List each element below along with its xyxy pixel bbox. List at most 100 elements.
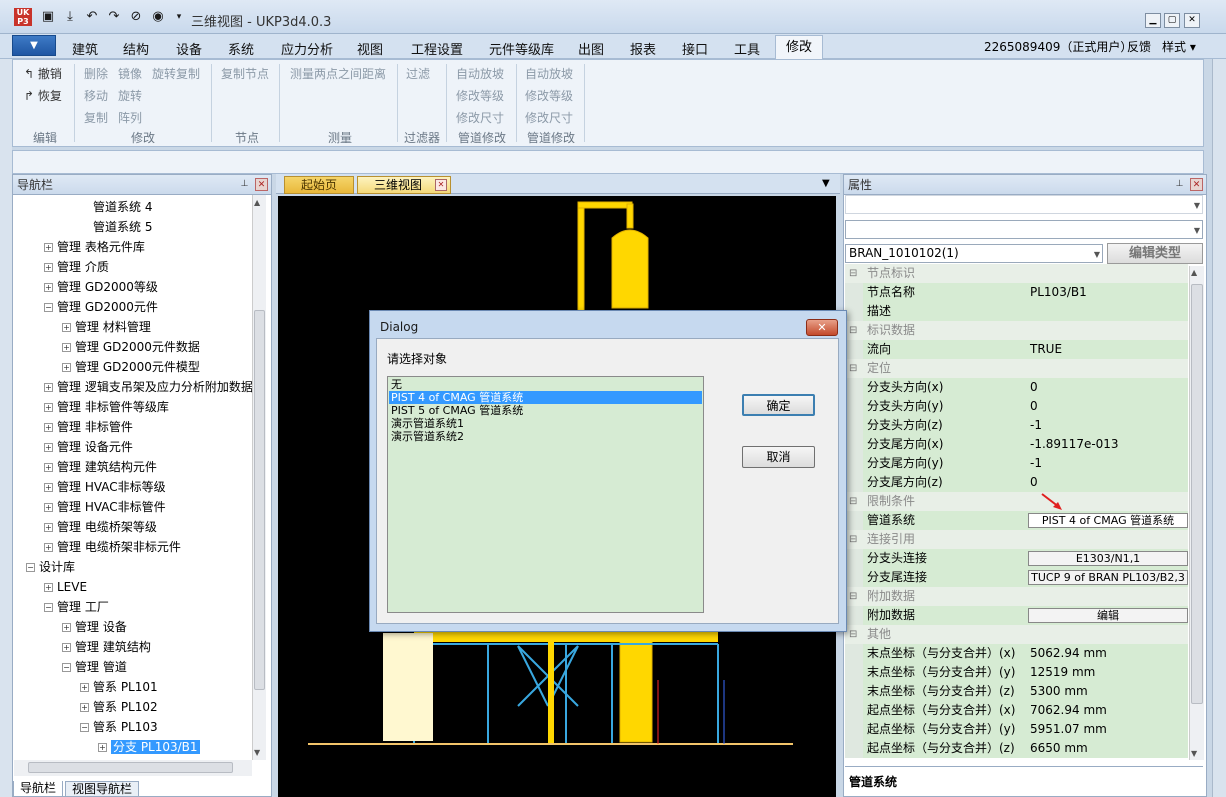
collapse-section-icon[interactable]: ⊟ [849,264,857,283]
property-value[interactable]: 0 [1030,397,1038,416]
property-value-button[interactable]: 编辑 [1028,608,1188,623]
property-value[interactable]: 0 [1030,473,1038,492]
undo-button[interactable]: ↰ 撤销 [24,65,62,82]
collapse-section-icon[interactable]: ⊟ [849,492,857,511]
tree-node[interactable]: 管道系统 5 [80,218,152,236]
expand-icon[interactable]: + [44,263,53,272]
tree-node[interactable]: + 管理 建筑结构 [62,638,151,656]
tree-node[interactable]: + 管理 HVAC非标管件 [44,498,166,516]
tab-tools[interactable]: 工具 [734,39,760,58]
tab-3d-view[interactable]: 三维视图 ✕ [357,176,451,194]
property-section[interactable]: ⊟ 定位 [845,359,1188,378]
property-value[interactable]: -1 [1030,416,1042,435]
collapse-section-icon[interactable]: ⊟ [849,359,857,378]
tab-equipment[interactable]: 设备 [176,39,202,58]
delete-button[interactable]: 删除 [84,65,108,82]
expand-icon[interactable]: + [44,503,53,512]
property-value[interactable]: PL103/B1 [1030,283,1087,302]
property-value[interactable]: 5300 mm [1030,682,1088,701]
scroll-up-icon[interactable]: ▲ [1191,268,1197,277]
property-value[interactable]: 5062.94 mm [1030,644,1107,663]
expand-icon[interactable]: + [62,363,71,372]
expand-icon[interactable]: + [62,623,71,632]
tab-report[interactable]: 报表 [630,39,656,58]
pin-icon[interactable]: ⊥ [238,178,251,191]
expand-icon[interactable]: + [62,323,71,332]
tree-node[interactable]: + 管理 材料管理 [62,318,151,336]
property-value[interactable]: 0 [1030,378,1038,397]
undo-icon[interactable]: ↶ [84,9,100,25]
expand-icon[interactable]: + [62,643,71,652]
property-value-button[interactable]: TUCP 9 of BRAN PL103/B2,3 [1028,570,1188,585]
collapse-icon[interactable]: − [44,603,53,612]
tree-node[interactable]: + 管理 设备 [62,618,127,636]
tree-node[interactable]: + LEVE [44,578,87,596]
expand-icon[interactable]: + [44,543,53,552]
property-section[interactable]: ⊟ 标识数据 [845,321,1188,340]
tree-node[interactable]: 管道系统 4 [80,198,152,216]
tab-project-settings[interactable]: 工程设置 [411,39,463,58]
property-value[interactable]: 6650 mm [1030,739,1088,758]
expand-icon[interactable]: + [44,483,53,492]
tree-node[interactable]: − 管系 PL103 [80,718,158,736]
tree-node[interactable]: + 管理 表格元件库 [44,238,145,256]
property-value-button[interactable]: PIST 4 of CMAG 管道系统 [1028,513,1188,528]
tab-view[interactable]: 视图 [357,39,383,58]
tree-node[interactable]: + 管理 非标管件 [44,418,133,436]
redo-icon[interactable]: ↷ [106,9,122,25]
property-section[interactable]: ⊟ 限制条件 [845,492,1188,511]
tab-drawing[interactable]: 出图 [578,39,604,58]
expand-icon[interactable]: + [62,343,71,352]
download-icon[interactable]: ⤓ [62,9,78,25]
auto-slope-button-2[interactable]: 自动放坡 [525,65,573,82]
tree-node[interactable]: + 管理 GD2000元件模型 [62,358,200,376]
nav-scroll-thumb[interactable] [254,310,265,690]
expand-icon[interactable]: + [44,463,53,472]
object-listbox[interactable]: 无 PIST 4 of CMAG 管道系统 PIST 5 of CMAG 管道系统演… [387,376,704,613]
collapse-icon[interactable]: − [44,303,53,312]
property-value[interactable]: -1.89117e-013 [1030,435,1119,454]
expand-icon[interactable]: + [44,443,53,452]
scroll-down-icon[interactable]: ▼ [254,748,260,757]
close-window-button[interactable]: ✕ [1184,13,1200,28]
redo-button[interactable]: ↱ 恢复 [24,87,62,104]
ok-button[interactable]: 确定 [742,394,815,416]
copy-button[interactable]: 复制 [84,109,108,126]
collapse-icon[interactable]: − [62,663,71,672]
tree-node[interactable]: − 管理 GD2000元件 [44,298,158,316]
close-icon[interactable]: ✕ [1190,178,1203,191]
tree-node[interactable]: − 管理 管道 [62,658,127,676]
eye-icon[interactable]: ◉ [150,9,166,25]
tab-start-page[interactable]: 起始页 [284,176,354,194]
tree-node[interactable]: + 管理 GD2000等级 [44,278,158,296]
tree-node[interactable]: + 管理 电缆桥架等级 [44,518,157,536]
tab-system[interactable]: 系统 [228,39,254,58]
user-account[interactable]: 2265089409（正式用户） [984,38,1132,55]
filter-button[interactable]: 过滤 [406,65,430,82]
scroll-down-icon[interactable]: ▼ [1191,749,1197,758]
auto-slope-button[interactable]: 自动放坡 [456,65,504,82]
rotate-button[interactable]: 旋转 [118,87,142,104]
expand-icon[interactable]: + [80,683,89,692]
property-value-button[interactable]: E1303/N1,1 [1028,551,1188,566]
array-button[interactable]: 阵列 [118,109,142,126]
tree-node[interactable]: + 管系 PL102 [80,698,158,716]
props-vertical-scrollbar[interactable]: ▲ ▼ [1189,266,1204,760]
property-section[interactable]: ⊟ 其他 [845,625,1188,644]
property-value[interactable]: TRUE [1030,340,1062,359]
nav-horizontal-scrollbar[interactable] [14,760,252,776]
modify-size-button[interactable]: 修改尺寸 [456,109,504,126]
collapse-section-icon[interactable]: ⊟ [849,625,857,644]
scroll-up-icon[interactable]: ▲ [254,198,260,207]
collapse-section-icon[interactable]: ⊟ [849,321,857,340]
collapse-section-icon[interactable]: ⊟ [849,587,857,606]
tree-node[interactable]: + 管理 建筑结构元件 [44,458,157,476]
property-value[interactable]: 5951.07 mm [1030,720,1107,739]
expand-icon[interactable]: + [44,403,53,412]
dialog-close-button[interactable]: ✕ [806,319,838,336]
nav-vertical-scrollbar[interactable]: ▲ ▼ [252,195,266,760]
tree-node[interactable]: + 管理 逻辑支吊架及应力分析附加数据 [44,378,253,396]
save-icon[interactable]: ▣ [40,9,56,25]
cancel-button[interactable]: 取消 [742,446,815,468]
expand-icon[interactable]: + [44,243,53,252]
